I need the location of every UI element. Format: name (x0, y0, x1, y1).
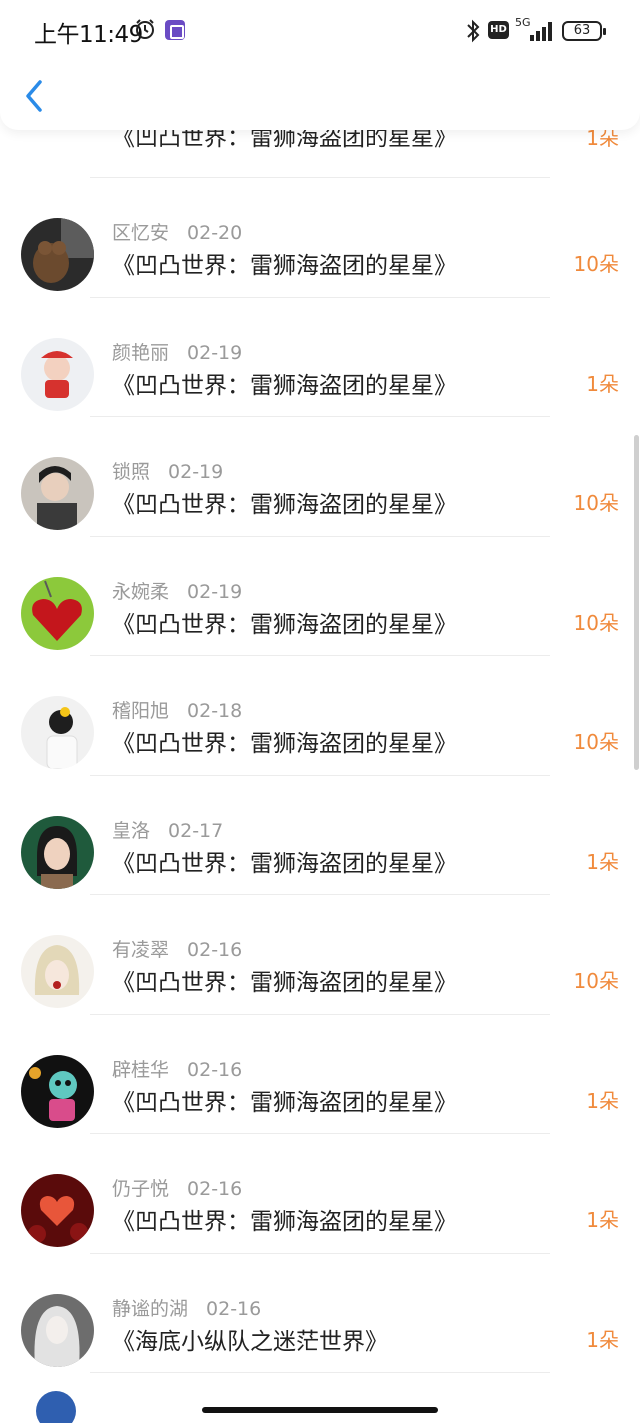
record-meta: 永婉柔 02-19 (112, 577, 242, 604)
book-title: 《凹凸世界：雷狮海盗团的星星》 (112, 1089, 457, 1116)
flower-count: 10朵 (573, 252, 619, 276)
flower-count: 1朵 (586, 1208, 619, 1232)
record-meta: 区忆安 02-20 (112, 218, 242, 245)
bluetooth-icon (467, 19, 480, 43)
app-notification-icon (165, 20, 185, 40)
avatar[interactable] (21, 218, 94, 291)
gift-record-list: 《凹凸世界：雷狮海盗团的星星》 1朵 区忆安 02-20 《凹凸世界：雷狮海盗团的… (0, 118, 640, 1373)
flower-count: 10朵 (573, 730, 619, 754)
book-title: 《海底小纵队之迷茫世界》 (112, 1328, 388, 1355)
record-meta: 皇洛 02-17 (112, 816, 223, 843)
book-title: 《凹凸世界：雷狮海盗团的星星》 (112, 372, 457, 399)
avatar[interactable] (21, 337, 94, 411)
nav-bar (0, 60, 640, 130)
avatar[interactable] (21, 815, 94, 889)
status-time: 上午11:49 (34, 22, 143, 48)
record-date: 02-19 (187, 580, 243, 603)
list-item[interactable]: 永婉柔 02-19 《凹凸世界：雷狮海盗团的星星》 10朵 (0, 537, 640, 656)
flower-count: 10朵 (573, 969, 619, 993)
record-date: 02-18 (187, 700, 243, 722)
record-meta: 辟桂华 02-16 (112, 1055, 242, 1082)
user-name: 静谧的湖 (112, 1297, 189, 1320)
status-bar: 上午11:49 HD 5G 63 (0, 0, 640, 60)
list-item[interactable]: 锁照 02-19 《凹凸世界：雷狮海盗团的星星》 10朵 (0, 417, 640, 537)
record-date: 02-20 (187, 222, 243, 244)
book-title: 《凹凸世界：雷狮海盗团的星星》 (112, 850, 457, 877)
user-name: 永婉柔 (112, 580, 170, 603)
user-name: 辟桂华 (112, 1058, 170, 1081)
record-meta: 稽阳旭 02-18 (112, 696, 242, 723)
avatar[interactable] (21, 1174, 94, 1247)
avatar[interactable] (21, 457, 94, 530)
hd-badge: HD (488, 21, 509, 39)
list-item[interactable]: 静谧的湖 02-16 《海底小纵队之迷茫世界》 1朵 (0, 1254, 640, 1373)
home-indicator[interactable] (202, 1407, 438, 1413)
book-title: 《凹凸世界：雷狮海盗团的星星》 (112, 492, 457, 518)
book-title: 《凹凸世界：雷狮海盗团的星星》 (112, 731, 457, 757)
record-meta: 有凌翠 02-16 (112, 935, 242, 962)
flower-count: 1朵 (586, 371, 619, 396)
list-item[interactable]: 皇洛 02-17 《凹凸世界：雷狮海盗团的星星》 1朵 (0, 776, 640, 895)
avatar[interactable] (21, 696, 94, 769)
record-meta: 锁照 02-19 (112, 457, 223, 484)
flower-count: 10朵 (573, 491, 619, 515)
avatar[interactable] (21, 935, 94, 1008)
chevron-left-icon (26, 80, 42, 112)
record-meta: 静谧的湖 02-16 (112, 1294, 261, 1321)
record-date: 02-16 (206, 1297, 262, 1320)
avatar (36, 1391, 76, 1423)
flower-count: 1朵 (586, 849, 619, 874)
alarm-icon (136, 19, 154, 39)
list-item[interactable]: 颜艳丽 02-19 《凹凸世界：雷狮海盗团的星星》 1朵 (0, 298, 640, 417)
record-meta: 仍子悦 02-16 (112, 1174, 242, 1201)
record-date: 02-16 (187, 939, 243, 961)
user-name: 仍子悦 (112, 1178, 170, 1200)
record-date: 02-16 (187, 1058, 243, 1081)
list-item[interactable]: 辟桂华 02-16 《凹凸世界：雷狮海盗团的星星》 1朵 (0, 1015, 640, 1134)
flower-count: 1朵 (586, 1327, 619, 1352)
record-date: 02-16 (187, 1178, 243, 1200)
user-name: 稽阳旭 (112, 700, 170, 722)
signal-icon (530, 22, 552, 41)
avatar[interactable] (21, 1293, 94, 1367)
book-title: 《凹凸世界：雷狮海盗团的星星》 (112, 1209, 457, 1235)
record-date: 02-17 (168, 819, 224, 842)
list-item[interactable]: 有凌翠 02-16 《凹凸世界：雷狮海盗团的星星》 10朵 (0, 895, 640, 1015)
back-button[interactable] (18, 74, 58, 118)
book-title: 《凹凸世界：雷狮海盗团的星星》 (112, 970, 457, 996)
record-date: 02-19 (187, 341, 243, 364)
user-name: 颜艳丽 (112, 341, 170, 364)
record-meta: 颜艳丽 02-19 (112, 338, 242, 365)
flower-count: 10朵 (573, 610, 619, 635)
battery-icon: 63 (562, 21, 606, 41)
list-item[interactable]: 仍子悦 02-16 《凹凸世界：雷狮海盗团的星星》 1朵 (0, 1134, 640, 1254)
list-item[interactable]: 稽阳旭 02-18 《凹凸世界：雷狮海盗团的星星》 10朵 (0, 656, 640, 776)
avatar[interactable] (21, 1054, 94, 1128)
avatar[interactable] (21, 576, 94, 650)
user-name: 锁照 (112, 461, 151, 483)
divider (90, 1372, 550, 1373)
book-title: 《凹凸世界：雷狮海盗团的星星》 (112, 253, 457, 279)
book-title: 《凹凸世界：雷狮海盗团的星星》 (112, 611, 457, 638)
list-item[interactable]: 区忆安 02-20 《凹凸世界：雷狮海盗团的星星》 10朵 (0, 178, 640, 298)
flower-count: 1朵 (586, 1088, 619, 1113)
user-name: 有凌翠 (112, 939, 170, 961)
record-date: 02-19 (168, 461, 224, 483)
user-name: 区忆安 (112, 222, 170, 244)
scrollbar[interactable] (634, 435, 639, 770)
user-name: 皇洛 (112, 819, 151, 842)
